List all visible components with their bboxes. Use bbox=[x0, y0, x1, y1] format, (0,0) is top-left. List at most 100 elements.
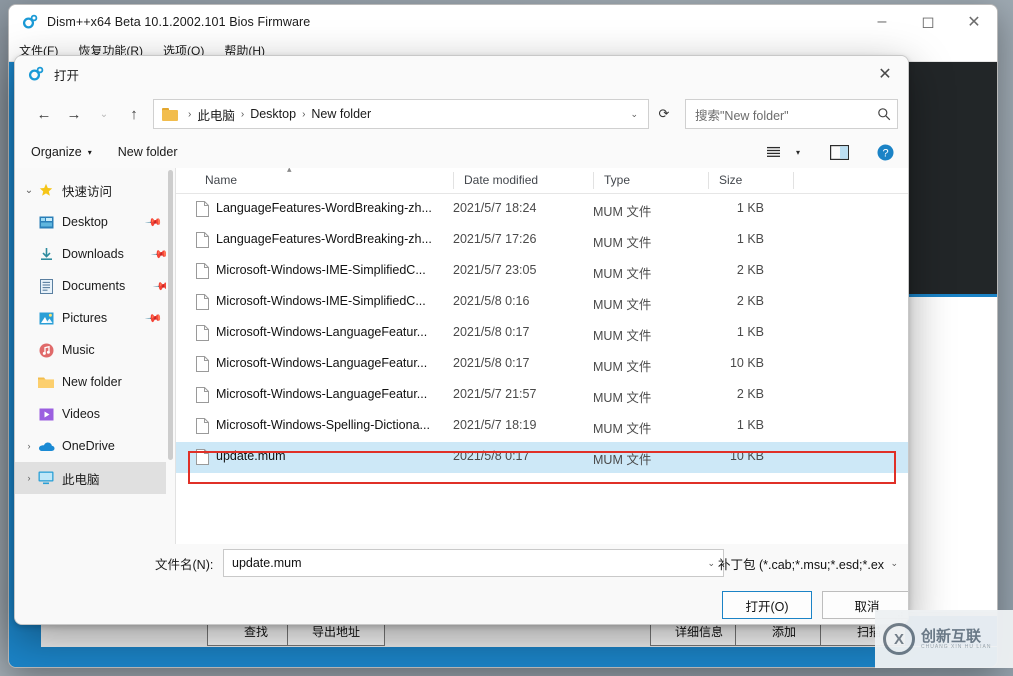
main-window-titlebar[interactable]: Dism++x64 Beta 10.1.2002.101 Bios Firmwa… bbox=[9, 5, 997, 39]
tree-item-pictures[interactable]: Pictures 📌 bbox=[31, 302, 175, 334]
file-list-header: ▴ Name Date modified Type Size bbox=[176, 168, 908, 194]
table-row[interactable]: Microsoft-Windows-LanguageFeatur...2021/… bbox=[176, 380, 908, 411]
tree-item-desktop[interactable]: Desktop 📌 bbox=[31, 206, 175, 238]
table-row[interactable]: Microsoft-Windows-IME-SimplifiedC...2021… bbox=[176, 287, 908, 318]
organize-button[interactable]: Organize ▾ bbox=[31, 145, 92, 159]
svg-text:?: ? bbox=[882, 147, 888, 159]
tree-item-label: New folder bbox=[62, 375, 122, 389]
filename-input[interactable]: update.mum ⌄ bbox=[223, 549, 724, 577]
column-divider[interactable] bbox=[708, 172, 709, 189]
view-list-icon[interactable] bbox=[760, 141, 786, 163]
column-header-name[interactable]: Name bbox=[205, 173, 237, 187]
address-bar[interactable]: › 此电脑 › Desktop › New folder ⌄ bbox=[153, 99, 649, 129]
new-folder-button[interactable]: New folder bbox=[118, 145, 178, 159]
file-date: 2021/5/7 23:05 bbox=[453, 263, 536, 277]
file-list-rows: LanguageFeatures-WordBreaking-zh... 2021/… bbox=[176, 194, 908, 473]
forward-button[interactable]: → bbox=[59, 99, 89, 129]
column-header-size[interactable]: Size bbox=[719, 173, 742, 187]
close-button[interactable]: ✕ bbox=[951, 5, 997, 39]
column-header-type[interactable]: Type bbox=[604, 173, 630, 187]
gear-icon bbox=[22, 14, 38, 30]
chevron-right-icon[interactable]: › bbox=[21, 441, 37, 451]
breadcrumb-item-new-folder[interactable]: New folder bbox=[311, 107, 371, 121]
chevron-down-icon: ▾ bbox=[88, 148, 92, 157]
chevron-right-icon[interactable]: › bbox=[21, 473, 37, 483]
minimize-button[interactable]: – bbox=[859, 5, 905, 39]
table-row[interactable]: Microsoft-Windows-Spelling-Dictiona...20… bbox=[176, 411, 908, 442]
column-divider[interactable] bbox=[793, 172, 794, 189]
tree-item-label: Pictures bbox=[62, 311, 107, 325]
file-type: MUM 文件 bbox=[593, 356, 651, 375]
dialog-titlebar[interactable]: 打开 ✕ bbox=[15, 56, 908, 92]
chevron-down-icon[interactable]: ⌄ bbox=[624, 109, 644, 120]
tree-item-quick-access[interactable]: ⌄ 快速访问 bbox=[15, 174, 175, 206]
table-row[interactable]: Microsoft-Windows-LanguageFeatur...2021/… bbox=[176, 349, 908, 380]
filename-row: 文件名(N): update.mum ⌄ 补丁包 (*.cab;*.msu;*.… bbox=[15, 550, 908, 576]
documents-icon bbox=[37, 278, 55, 294]
dialog-close-button[interactable]: ✕ bbox=[862, 56, 908, 92]
pin-icon[interactable]: 📌 bbox=[145, 213, 164, 232]
file-icon bbox=[196, 294, 209, 313]
view-controls: ▾ ? bbox=[760, 141, 898, 163]
help-icon[interactable]: ? bbox=[872, 141, 898, 163]
folder-icon bbox=[37, 374, 55, 390]
file-name: LanguageFeatures-WordBreaking-zh... bbox=[216, 201, 432, 215]
navigation-pane: ⌄ 快速访问 Desktop 📌 Downloads 📌 bbox=[15, 168, 176, 544]
scrollbar-thumb[interactable] bbox=[168, 170, 173, 460]
chevron-down-icon[interactable]: ⌄ bbox=[21, 185, 37, 196]
maximize-button[interactable]: ◻ bbox=[905, 5, 951, 39]
pictures-icon bbox=[37, 310, 55, 326]
column-header-date-modified[interactable]: Date modified bbox=[464, 173, 538, 187]
refresh-icon[interactable]: ⟳ bbox=[651, 100, 677, 128]
file-name: Microsoft-Windows-LanguageFeatur... bbox=[216, 356, 427, 370]
breadcrumb-item-this-pc[interactable]: 此电脑 bbox=[197, 105, 235, 124]
tree-item-downloads[interactable]: Downloads 📌 bbox=[31, 238, 175, 270]
up-button[interactable]: ↑ bbox=[119, 99, 149, 129]
tree-item-this-pc[interactable]: › 此电脑 bbox=[15, 462, 175, 494]
file-type: MUM 文件 bbox=[593, 201, 651, 220]
tree-item-onedrive[interactable]: › OneDrive bbox=[15, 430, 175, 462]
table-row[interactable]: update.mum2021/5/8 0:17MUM 文件10 KB bbox=[176, 442, 908, 473]
breadcrumb-sep: › bbox=[298, 109, 309, 120]
search-input[interactable]: 搜索"New folder" bbox=[695, 105, 877, 124]
column-divider[interactable] bbox=[453, 172, 454, 189]
tree-item-videos[interactable]: Videos bbox=[31, 398, 175, 430]
navigation-pane-scrollbar[interactable] bbox=[166, 168, 175, 544]
file-icon bbox=[196, 387, 209, 406]
pin-icon[interactable]: 📌 bbox=[145, 309, 164, 328]
file-size: 2 KB bbox=[676, 387, 764, 401]
column-divider[interactable] bbox=[593, 172, 594, 189]
recent-locations-button[interactable]: ⌄ bbox=[89, 99, 119, 129]
tree-item-new-folder[interactable]: New folder bbox=[31, 366, 175, 398]
open-button[interactable]: 打开(O) bbox=[722, 591, 812, 619]
preview-pane-icon[interactable] bbox=[826, 141, 852, 163]
table-row[interactable]: Microsoft-Windows-LanguageFeatur...2021/… bbox=[176, 318, 908, 349]
file-date: 2021/5/8 0:17 bbox=[453, 449, 529, 463]
table-row[interactable]: Microsoft-Windows-IME-SimplifiedC...2021… bbox=[176, 256, 908, 287]
main-statusbar bbox=[9, 647, 997, 667]
table-row[interactable]: LanguageFeatures-WordBreaking-zh...2021/… bbox=[176, 194, 908, 225]
table-row[interactable]: LanguageFeatures-WordBreaking-zh...2021/… bbox=[176, 225, 908, 256]
tree-item-label: OneDrive bbox=[62, 439, 115, 453]
sort-ascending-icon: ▴ bbox=[287, 168, 292, 175]
tree-item-music[interactable]: Music bbox=[31, 334, 175, 366]
desktop-icon bbox=[37, 214, 55, 230]
tree-item-documents[interactable]: Documents 📌 bbox=[31, 270, 175, 302]
file-type: MUM 文件 bbox=[593, 387, 651, 406]
gear-icon bbox=[28, 66, 44, 82]
filetype-dropdown[interactable]: 补丁包 (*.cab;*.msu;*.esd;*.ex ⌄ bbox=[718, 550, 908, 576]
cloud-icon bbox=[37, 438, 55, 454]
file-icon bbox=[196, 449, 209, 468]
file-type: MUM 文件 bbox=[593, 294, 651, 313]
dialog-command-bar: Organize ▾ New folder ▾ bbox=[15, 136, 908, 169]
chevron-down-icon[interactable]: ⌄ bbox=[890, 558, 908, 569]
file-name: Microsoft-Windows-IME-SimplifiedC... bbox=[216, 294, 426, 308]
file-icon bbox=[196, 263, 209, 282]
chevron-down-icon[interactable]: ▾ bbox=[790, 141, 806, 163]
search-box[interactable]: 搜索"New folder" bbox=[685, 99, 898, 129]
back-button[interactable]: ← bbox=[29, 99, 59, 129]
file-size: 10 KB bbox=[676, 449, 764, 463]
breadcrumb-item-desktop[interactable]: Desktop bbox=[250, 107, 296, 121]
file-name: Microsoft-Windows-LanguageFeatur... bbox=[216, 387, 427, 401]
breadcrumb-sep: › bbox=[237, 109, 248, 120]
